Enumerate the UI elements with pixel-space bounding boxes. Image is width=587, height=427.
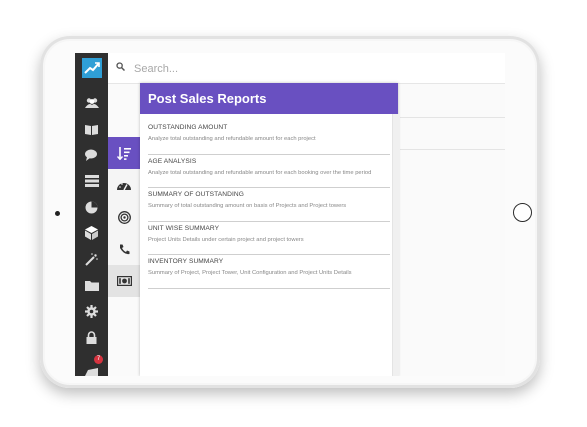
app-screen: 7 Post Sales Reports OUTSTANDING AM xyxy=(75,53,505,376)
subnav-item-sort[interactable] xyxy=(108,137,140,169)
sidebar-item-chat[interactable] xyxy=(75,142,108,168)
sidebar-item-files[interactable] xyxy=(75,272,108,298)
top-bar xyxy=(108,53,505,84)
panel-title: Post Sales Reports xyxy=(148,91,267,106)
list-icon xyxy=(84,175,99,187)
report-item-outstanding-amount[interactable]: OUTSTANDING AMOUNT Analyze total outstan… xyxy=(148,121,390,155)
subnav-item-payments[interactable] xyxy=(108,265,140,297)
sidebar-item-book[interactable] xyxy=(75,116,108,142)
dashboard-icon xyxy=(117,182,131,190)
sort-icon xyxy=(117,146,131,160)
report-item-unit-wise-summary[interactable]: UNIT WISE SUMMARY Project Units Details … xyxy=(148,222,390,255)
sidebar: 7 xyxy=(75,53,108,376)
panel-scrollbar[interactable] xyxy=(392,114,399,376)
divider xyxy=(400,117,505,118)
magic-wand-icon xyxy=(85,252,98,266)
report-item-age-analysis[interactable]: AGE ANALYSIS Analyze total outstanding a… xyxy=(148,155,390,188)
sidebar-item-users[interactable] xyxy=(75,90,108,116)
money-icon xyxy=(116,276,132,286)
report-description: Summary of Project, Project Tower, Unit … xyxy=(148,270,352,276)
users-icon xyxy=(84,98,99,108)
post-sales-reports-panel: Post Sales Reports OUTSTANDING AMOUNT An… xyxy=(140,83,399,376)
tablet-camera xyxy=(55,211,60,216)
report-title: UNIT WISE SUMMARY xyxy=(148,224,220,232)
report-description: Project Units Details under certain proj… xyxy=(148,236,304,243)
notification-badge: 7 xyxy=(94,355,103,364)
gear-icon xyxy=(85,304,98,318)
book-icon xyxy=(85,124,98,135)
report-title: AGE ANALYSIS xyxy=(148,157,197,165)
report-list: OUTSTANDING AMOUNT Analyze total outstan… xyxy=(148,121,390,289)
subnav-item-calls[interactable] xyxy=(108,233,140,265)
search-input[interactable] xyxy=(132,59,376,79)
sidebar-item-inventory[interactable] xyxy=(75,220,108,246)
report-category-nav xyxy=(108,137,141,297)
sidebar-item-list[interactable] xyxy=(75,168,108,194)
app-logo[interactable] xyxy=(82,58,102,78)
home-button[interactable] xyxy=(513,203,532,222)
report-item-inventory-summary[interactable]: INVENTORY SUMMARY Summary of Project, Pr… xyxy=(148,255,390,289)
report-item-summary-of-outstanding[interactable]: SUMMARY OF OUTSTANDING Summary of total … xyxy=(148,188,390,222)
lock-icon xyxy=(86,330,97,344)
report-description: Analyze total outstanding and refundable… xyxy=(148,136,316,142)
report-description: Analyze total outstanding and refundable… xyxy=(148,169,372,176)
cube-icon xyxy=(85,226,98,240)
report-title: SUMMARY OF OUTSTANDING xyxy=(148,191,244,198)
sidebar-item-notifications[interactable]: 7 xyxy=(75,355,108,376)
notification-icon xyxy=(85,368,98,376)
pie-chart-icon xyxy=(85,201,98,213)
report-title: INVENTORY SUMMARY xyxy=(148,258,224,265)
subnav-item-dashboard[interactable] xyxy=(108,169,140,201)
search-icon xyxy=(116,62,125,71)
report-title: OUTSTANDING AMOUNT xyxy=(148,124,228,131)
sidebar-item-tools[interactable] xyxy=(75,246,108,272)
subnav-item-target[interactable] xyxy=(108,201,140,233)
folder-icon xyxy=(84,280,99,291)
phone-icon xyxy=(119,244,129,254)
sidebar-item-security[interactable] xyxy=(75,324,108,350)
sidebar-item-settings[interactable] xyxy=(75,298,108,324)
chat-icon xyxy=(85,149,97,161)
sidebar-item-reports[interactable] xyxy=(75,194,108,220)
divider xyxy=(400,149,505,150)
report-description: Summary of total outstanding amount on b… xyxy=(148,203,347,209)
target-icon xyxy=(117,210,131,224)
